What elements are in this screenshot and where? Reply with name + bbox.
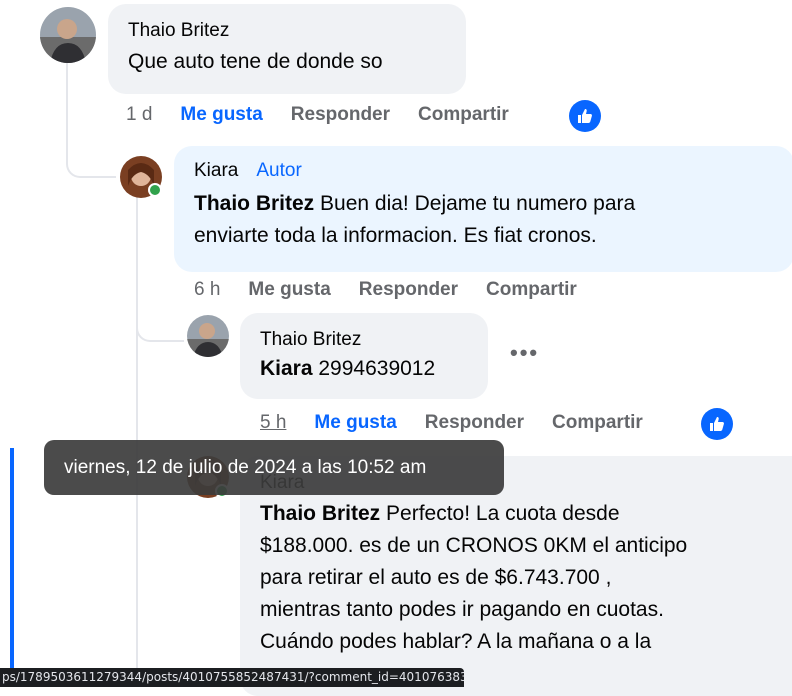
- author-badge: Autor: [256, 160, 302, 181]
- comment-actions: 6 h Me gusta Responder Compartir: [194, 279, 605, 301]
- comment-text: Que auto tene de donde so: [128, 50, 383, 73]
- timestamp[interactable]: 6 h: [194, 279, 220, 301]
- comment-text: Kiara 2994639012: [260, 353, 468, 385]
- online-status-icon: [148, 183, 162, 197]
- timestamp[interactable]: 1 d: [126, 104, 152, 126]
- comment-text-line: 2994639012: [312, 357, 436, 380]
- status-url: ps/1789503611279344/posts/40107558524874…: [0, 668, 464, 687]
- comment-text-line: mientras tanto podes ir pagando en cuota…: [260, 598, 664, 621]
- comment-author[interactable]: Thaio Britez: [128, 20, 446, 42]
- comment-text-line: Cuándo podes hablar? A la mañana o a la: [260, 630, 652, 653]
- avatar[interactable]: [187, 315, 229, 357]
- thumbs-up-icon[interactable]: [569, 100, 601, 132]
- mention-link[interactable]: Kiara: [260, 357, 313, 380]
- reply-button[interactable]: Responder: [359, 279, 458, 301]
- comment-actions: 5 h Me gusta Responder Compartir: [260, 412, 671, 434]
- comment-bubble: Thaio Britez Kiara 2994639012: [240, 313, 488, 399]
- avatar[interactable]: [40, 7, 96, 63]
- comment-author[interactable]: Thaio Britez: [260, 329, 468, 351]
- share-button[interactable]: Compartir: [486, 279, 577, 301]
- comment-text-line: enviarte toda la informacion. Es fiat cr…: [194, 224, 597, 247]
- comment-bubble: Kiara Autor Thaio Britez Buen dia! Dejame…: [174, 146, 792, 272]
- comment-text: Thaio Britez Perfecto! La cuota desde $1…: [260, 498, 780, 658]
- like-button[interactable]: Me gusta: [248, 279, 330, 301]
- comment-text-line: $188.000. es de un CRONOS 0KM el anticip…: [260, 534, 688, 557]
- comment-text-line: Buen dia! Dejame tu numero para: [314, 192, 636, 215]
- mention-link[interactable]: Thaio Britez: [194, 192, 314, 215]
- more-options-icon[interactable]: •••: [510, 340, 539, 366]
- comment-text-line: Perfecto! La cuota desde: [380, 502, 620, 525]
- mention-link[interactable]: Thaio Britez: [260, 502, 380, 525]
- comment-text-line: para retirar el auto es de $6.743.700 ,: [260, 566, 612, 589]
- share-button[interactable]: Compartir: [552, 412, 643, 434]
- comment-text: Thaio Britez Buen dia! Dejame tu numero …: [194, 188, 774, 252]
- thread-curve-nested: [136, 312, 184, 342]
- comment-actions: 1 d Me gusta Responder Compartir: [126, 104, 537, 126]
- like-button[interactable]: Me gusta: [314, 412, 396, 434]
- thread-curve: [66, 144, 116, 178]
- timestamp[interactable]: 5 h: [260, 412, 286, 434]
- timestamp-tooltip: viernes, 12 de julio de 2024 a las 10:52…: [44, 440, 504, 495]
- comment-bubble: Thaio Britez Que auto tene de donde so: [108, 4, 466, 94]
- thumbs-up-icon[interactable]: [701, 408, 733, 440]
- comment-author[interactable]: Kiara: [194, 160, 238, 181]
- reply-button[interactable]: Responder: [291, 104, 390, 126]
- reply-button[interactable]: Responder: [425, 412, 524, 434]
- like-button[interactable]: Me gusta: [180, 104, 262, 126]
- share-button[interactable]: Compartir: [418, 104, 509, 126]
- highlight-bar: [10, 448, 14, 687]
